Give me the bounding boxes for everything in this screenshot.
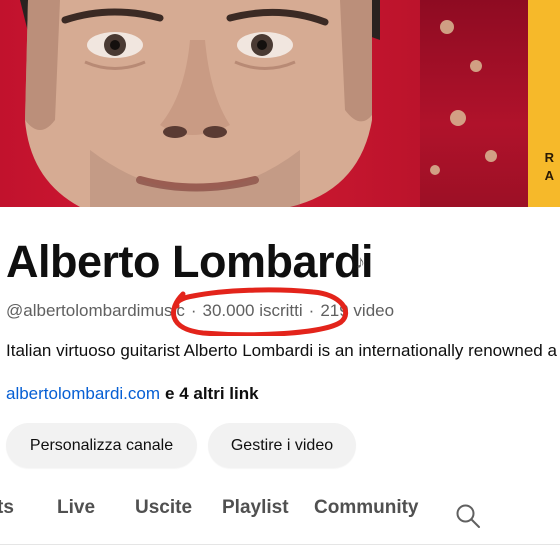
- channel-description[interactable]: Italian virtuoso guitarist Alberto Lomba…: [6, 341, 560, 361]
- channel-meta: @albertolombardimusic · 30.000 iscritti · 21…: [6, 301, 394, 321]
- channel-name: Alberto Lombardi: [6, 236, 374, 287]
- tab-community[interactable]: Community: [314, 497, 419, 519]
- music-note-icon: ♪: [356, 252, 365, 272]
- meta-separator: ·: [190, 301, 197, 320]
- channel-banner: R A: [0, 0, 560, 207]
- subscriber-count: 30.000 iscritti: [202, 301, 303, 320]
- channel-handle: @albertolombardimusic: [6, 301, 185, 320]
- search-icon[interactable]: [455, 503, 481, 529]
- video-count: 219 video: [320, 301, 395, 320]
- channel-website-link[interactable]: albertolombardi.com: [6, 384, 160, 403]
- meta-separator: ·: [308, 301, 315, 320]
- tab-live[interactable]: Live: [57, 497, 95, 519]
- tab-playlist[interactable]: Playlist: [222, 497, 289, 519]
- manage-videos-button[interactable]: Gestire i video: [208, 423, 356, 468]
- more-links-link[interactable]: e 4 altri link: [165, 384, 259, 403]
- channel-links: albertolombardi.com e 4 altri link: [6, 384, 259, 404]
- customize-channel-button[interactable]: Personalizza canale: [6, 423, 197, 468]
- tab-releases[interactable]: Uscite: [135, 497, 192, 519]
- banner-portrait: [20, 0, 380, 207]
- tab-posts-partial[interactable]: ts: [0, 497, 14, 519]
- tabs-divider: [0, 544, 560, 545]
